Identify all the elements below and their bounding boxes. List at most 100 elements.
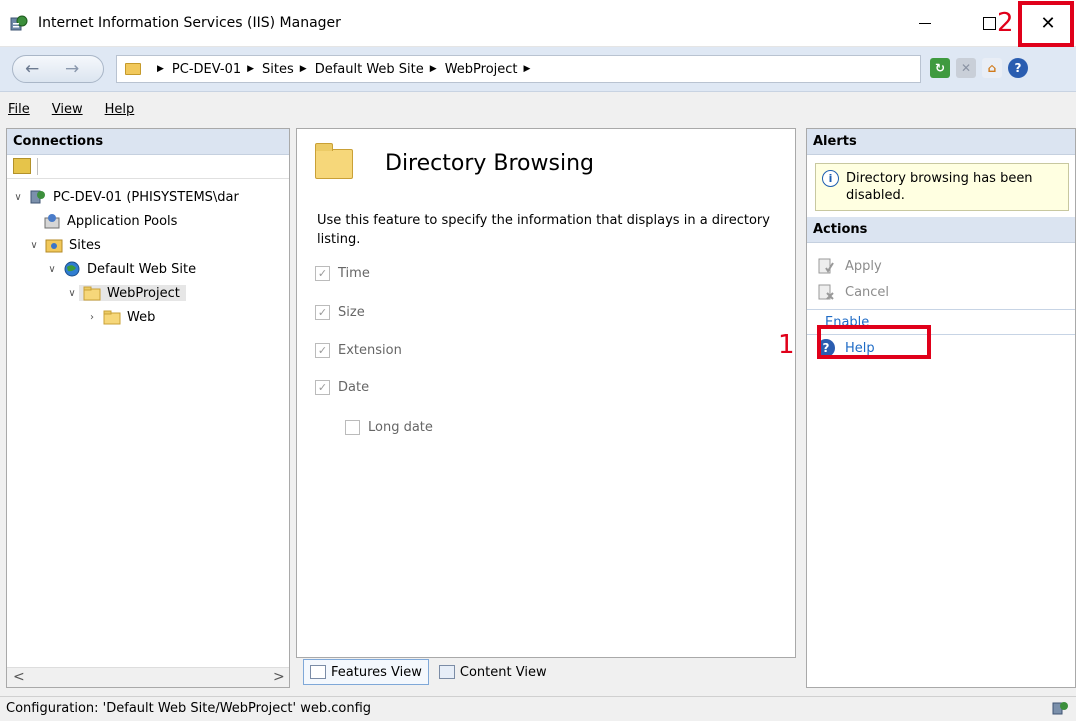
checkbox-date[interactable]: ✓ Date bbox=[315, 380, 369, 395]
chevron-right-icon: ▶ bbox=[299, 64, 307, 74]
tab-features-view[interactable]: Features View bbox=[303, 659, 429, 685]
app-pools-icon bbox=[44, 214, 60, 229]
alert-message: i Directory browsing has been disabled. bbox=[815, 163, 1069, 211]
stop-icon[interactable]: ✕ bbox=[956, 58, 976, 78]
forward-button[interactable]: → bbox=[65, 59, 79, 79]
chevron-right-icon: ▶ bbox=[523, 64, 531, 74]
tab-label: Features View bbox=[331, 664, 422, 680]
tree-label: Sites bbox=[69, 237, 101, 253]
tree-label: Default Web Site bbox=[87, 261, 197, 277]
annotation-number-1: 1 bbox=[778, 330, 795, 360]
breadcrumb[interactable]: ▶ PC-DEV-01 ▶ Sites ▶ Default Web Site ▶ Web… bbox=[116, 55, 921, 83]
connections-panel: Connections ∨ PC-DEV-01 (PHISYSTEMS\dar … bbox=[6, 128, 290, 688]
globe-icon bbox=[64, 261, 80, 277]
menu-bar: File View Help bbox=[0, 92, 1076, 126]
checkbox-checked-icon: ✓ bbox=[315, 305, 330, 320]
alerts-header: Alerts bbox=[807, 129, 1075, 155]
title-bar: Internet Information Services (IIS) Mana… bbox=[0, 0, 1076, 47]
folder-icon bbox=[125, 63, 141, 75]
tree-label: Web bbox=[127, 309, 156, 325]
folder-icon bbox=[83, 286, 101, 301]
checkbox-label: Extension bbox=[338, 343, 402, 358]
chevron-down-icon[interactable]: ∨ bbox=[11, 192, 25, 203]
apply-icon bbox=[818, 258, 834, 274]
nav-buttons: ← → bbox=[12, 55, 104, 83]
refresh-icon[interactable]: ↻ bbox=[930, 58, 950, 78]
address-tools: ↻ ✕ ⌂ ? bbox=[930, 58, 1028, 78]
breadcrumb-item[interactable]: Sites bbox=[262, 62, 294, 77]
info-icon: i bbox=[822, 170, 839, 187]
tree-item-web[interactable]: › Web bbox=[7, 305, 289, 329]
feature-description: Use this feature to specify the informat… bbox=[317, 213, 770, 247]
chevron-down-icon[interactable]: ∨ bbox=[45, 264, 59, 275]
breadcrumb-item[interactable]: WebProject bbox=[445, 62, 518, 77]
checkbox-label: Date bbox=[338, 380, 370, 395]
tree-label: PC-DEV-01 (PHISYSTEMS\dar bbox=[53, 189, 239, 205]
folder-icon bbox=[103, 310, 121, 325]
chevron-right-icon: ▶ bbox=[247, 64, 255, 74]
menu-help[interactable]: Help bbox=[105, 102, 135, 117]
annotation-box-enable bbox=[817, 325, 931, 359]
tree-item-app-pools[interactable]: Application Pools bbox=[7, 209, 289, 233]
checkbox-checked-icon: ✓ bbox=[315, 380, 330, 395]
menu-view[interactable]: View bbox=[52, 102, 83, 117]
horizontal-scrollbar[interactable]: < > bbox=[7, 667, 289, 687]
minimize-icon bbox=[919, 23, 931, 24]
feature-header: Directory Browsing bbox=[297, 129, 795, 209]
breadcrumb-item[interactable]: Default Web Site bbox=[315, 62, 424, 77]
tree-item-sites[interactable]: ∨ Sites bbox=[7, 233, 289, 257]
alert-text: Directory browsing has been disabled. bbox=[846, 171, 1033, 203]
action-label: Cancel bbox=[845, 284, 890, 300]
view-tabs: Features View Content View bbox=[303, 658, 553, 686]
apply-action[interactable]: Apply bbox=[807, 253, 1075, 279]
chevron-down-icon[interactable]: ∨ bbox=[27, 240, 41, 251]
chevron-down-icon[interactable]: ∨ bbox=[65, 288, 79, 299]
checkbox-unchecked-icon bbox=[345, 420, 360, 435]
folder-icon bbox=[315, 143, 353, 179]
menu-file[interactable]: File bbox=[8, 102, 30, 117]
checkbox-checked-icon: ✓ bbox=[315, 343, 330, 358]
tree-label: Application Pools bbox=[67, 213, 178, 229]
cancel-icon bbox=[818, 284, 834, 300]
checkbox-label: Time bbox=[338, 266, 370, 281]
actions-panel: Alerts i Directory browsing has been dis… bbox=[806, 128, 1076, 688]
chevron-right-icon[interactable]: › bbox=[85, 312, 99, 323]
checkbox-time[interactable]: ✓ Time bbox=[315, 266, 370, 281]
tree-item-webproject[interactable]: ∨ WebProject bbox=[7, 281, 289, 305]
tab-content-view[interactable]: Content View bbox=[433, 659, 553, 685]
window-title: Internet Information Services (IIS) Mana… bbox=[38, 15, 341, 31]
server-status-icon bbox=[1052, 702, 1068, 715]
back-button[interactable]: ← bbox=[25, 59, 39, 79]
scroll-left-button[interactable]: < bbox=[13, 669, 25, 685]
connect-icon[interactable] bbox=[13, 158, 31, 174]
connections-toolbar bbox=[7, 155, 289, 179]
server-icon bbox=[30, 190, 45, 204]
checkbox-long-date[interactable]: Long date bbox=[345, 420, 433, 435]
status-bar: Configuration: 'Default Web Site/WebProj… bbox=[0, 696, 1076, 721]
breadcrumb-item[interactable]: PC-DEV-01 bbox=[172, 62, 241, 77]
tree-item-server[interactable]: ∨ PC-DEV-01 (PHISYSTEMS\dar bbox=[7, 185, 289, 209]
iis-manager-icon bbox=[10, 15, 28, 31]
connections-tree: ∨ PC-DEV-01 (PHISYSTEMS\dar Application … bbox=[7, 179, 289, 329]
toolbar-divider bbox=[37, 158, 38, 175]
checkbox-checked-icon: ✓ bbox=[315, 266, 330, 281]
help-icon[interactable]: ? bbox=[1008, 58, 1028, 78]
chevron-right-icon: ▶ bbox=[429, 64, 437, 74]
actions-header: Actions bbox=[807, 217, 1075, 243]
feature-panel: Directory Browsing Use this feature to s… bbox=[296, 128, 796, 658]
sites-icon bbox=[45, 239, 63, 253]
cancel-action[interactable]: Cancel bbox=[807, 279, 1075, 305]
chevron-right-icon: ▶ bbox=[157, 64, 164, 74]
tree-item-default-web-site[interactable]: ∨ Default Web Site bbox=[7, 257, 289, 281]
tree-label: WebProject bbox=[107, 285, 180, 301]
scroll-right-button[interactable]: > bbox=[273, 669, 285, 685]
maximize-icon bbox=[982, 17, 996, 30]
annotation-number-2: 2 bbox=[997, 8, 1014, 38]
checkbox-size[interactable]: ✓ Size bbox=[315, 305, 365, 320]
home-icon[interactable]: ⌂ bbox=[982, 58, 1002, 78]
minimize-button[interactable] bbox=[902, 0, 948, 47]
checkbox-extension[interactable]: ✓ Extension bbox=[315, 343, 402, 358]
features-view-icon bbox=[310, 665, 326, 679]
content-view-icon bbox=[438, 665, 455, 679]
tab-label: Content View bbox=[459, 664, 547, 680]
